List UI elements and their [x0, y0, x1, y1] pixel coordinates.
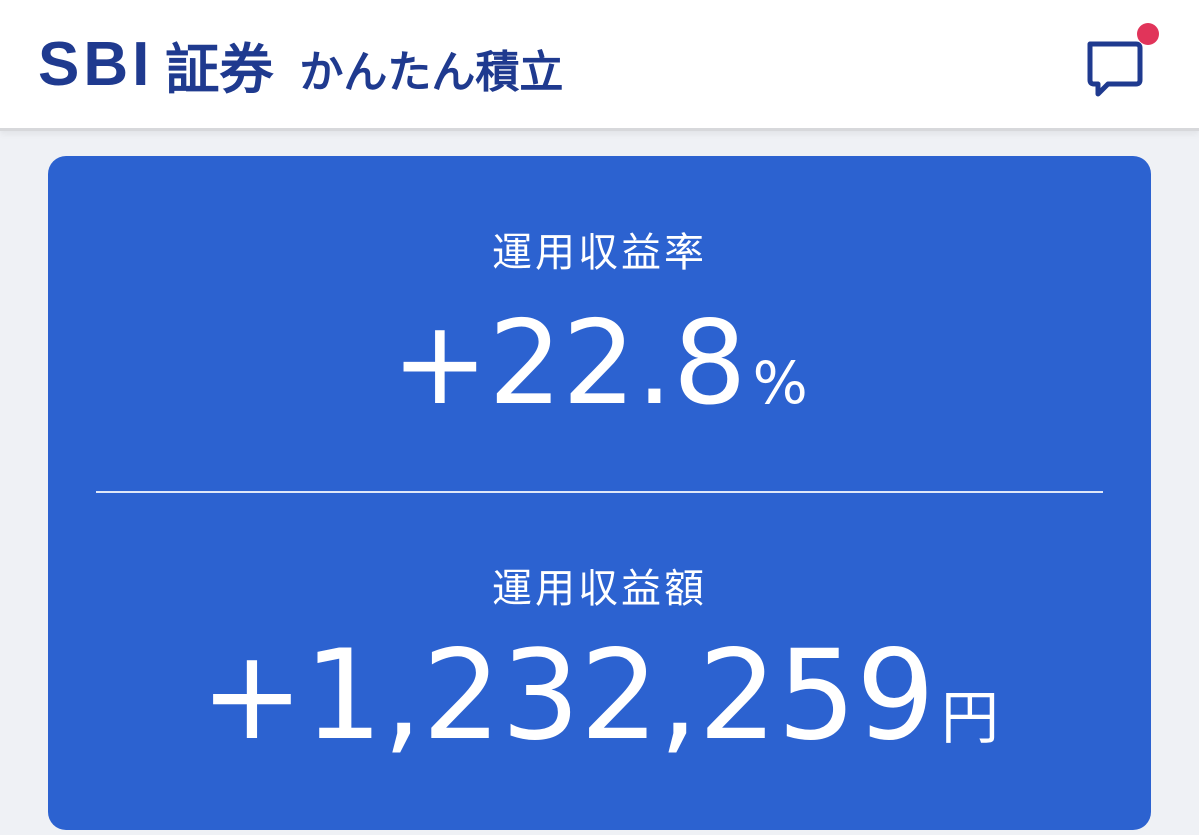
brand-shoken-text: 証券 [165, 37, 274, 101]
product-name: かんたん積立 [299, 47, 564, 98]
message-button[interactable] [1080, 22, 1160, 102]
return-amount-value: +1,232,259 円 [48, 624, 1151, 768]
return-rate-label: 運用収益率 [492, 230, 707, 276]
return-amount-label: 運用収益額 [492, 566, 707, 612]
notification-dot [1137, 23, 1159, 45]
return-amount-number: +1,232,259 [200, 624, 935, 768]
divider [96, 491, 1103, 493]
return-rate-number: +22.8 [391, 296, 747, 431]
return-rate-value: +22.8% [48, 296, 1151, 431]
app-header: SBI 証券 かんたん積立 [0, 0, 1199, 131]
brand-logo[interactable]: SBI 証券 かんたん積立 [38, 22, 563, 106]
return-amount-unit: 円 [940, 684, 999, 752]
chat-bubble-icon [1087, 23, 1159, 97]
brand-sbi-text: SBI [38, 29, 154, 99]
returns-summary-card: 運用収益率 +22.8% 運用収益額 +1,232,259 円 [48, 156, 1151, 830]
return-rate-unit: % [752, 349, 808, 417]
